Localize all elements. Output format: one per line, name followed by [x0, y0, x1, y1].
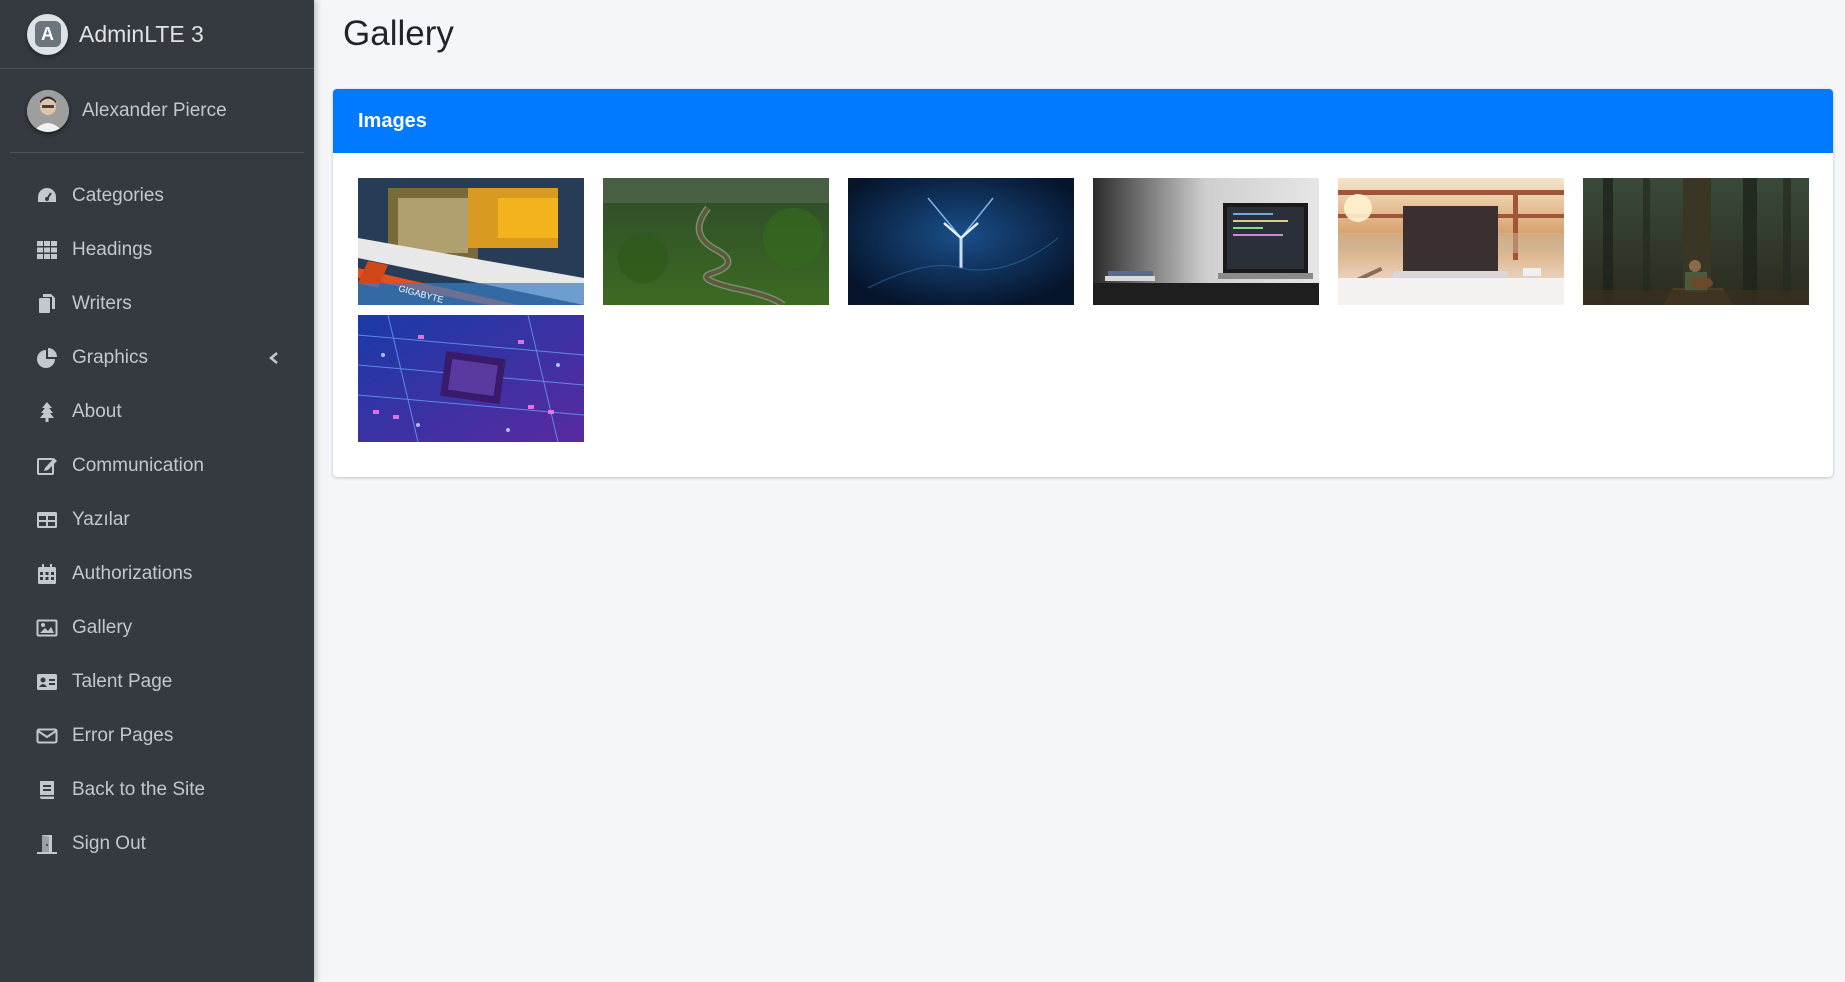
sidebar-item-yazilar[interactable]: Yazılar — [10, 497, 304, 543]
sidebar-item-about[interactable]: About — [10, 389, 304, 435]
sidebar-item-communication[interactable]: Communication — [10, 443, 304, 489]
sidebar-item-graphics[interactable]: Graphics — [10, 335, 304, 381]
content-wrapper: Gallery Images GIGABYTE — [314, 0, 1845, 982]
envelope-icon — [35, 724, 59, 748]
sidebar-item-back-to-site[interactable]: Back to the Site — [10, 767, 304, 813]
sidebar-item-error-pages[interactable]: Error Pages — [10, 713, 304, 759]
laptop-sunset-image[interactable] — [1338, 178, 1564, 305]
images-card: Images GIGABYTE — [333, 89, 1833, 477]
sidebar-item-categories[interactable]: Categories — [10, 173, 304, 219]
motherboard-image[interactable]: GIGABYTE — [358, 178, 584, 305]
sidebar-item-label: Gallery — [72, 617, 133, 638]
user-name[interactable]: Alexander Pierce — [82, 100, 227, 122]
laptop-desk-image[interactable] — [1093, 178, 1319, 305]
sidebar-item-label: Back to the Site — [72, 779, 206, 800]
door-icon — [35, 832, 59, 856]
card-header: Images — [333, 89, 1833, 153]
page-title: Gallery — [343, 14, 454, 53]
copy-icon — [35, 292, 59, 316]
tachometer-icon — [35, 184, 59, 208]
brand-link[interactable]: A AdminLTE 3 — [0, 0, 314, 69]
avatar[interactable] — [27, 89, 69, 132]
sidebar-item-label: Headings — [72, 239, 153, 260]
tree-icon — [35, 400, 59, 424]
chevron-left-icon[interactable] — [264, 348, 284, 368]
card-title: Images — [358, 109, 427, 132]
table-icon — [35, 508, 59, 532]
sidebar-nav: Categories Headings Writers Graphics Abo… — [0, 153, 314, 867]
image-icon — [35, 616, 59, 640]
sidebar-item-label: Communication — [72, 455, 204, 476]
user-panel: Alexander Pierce — [10, 69, 304, 153]
sidebar-item-label: Graphics — [72, 347, 149, 368]
grid-icon — [35, 238, 59, 262]
sidebar-item-label: About — [72, 401, 122, 422]
sidebar-item-authorizations[interactable]: Authorizations — [10, 551, 304, 597]
calendar-icon — [35, 562, 59, 586]
sidebar-item-label: Yazılar — [72, 509, 130, 530]
circuit-chip-image[interactable] — [358, 315, 584, 442]
sidebar-item-sign-out[interactable]: Sign Out — [10, 821, 304, 867]
id-card-icon — [35, 670, 59, 694]
sidebar-item-label: Categories — [72, 185, 164, 206]
edit-icon — [35, 454, 59, 478]
sidebar-item-talent-page[interactable]: Talent Page — [10, 659, 304, 705]
river-forest-image[interactable] — [603, 178, 829, 305]
pie-chart-icon — [35, 346, 59, 370]
brand-name: AdminLTE 3 — [79, 20, 204, 47]
forest-guitar-image[interactable] — [1583, 178, 1809, 305]
brand-logo: A — [27, 13, 68, 55]
sidebar-item-headings[interactable]: Headings — [10, 227, 304, 273]
sidebar: A AdminLTE 3 Alexander Pierce Categories — [0, 0, 314, 982]
sidebar-item-label: Sign Out — [72, 833, 146, 854]
sidebar-item-writers[interactable]: Writers — [10, 281, 304, 327]
sidebar-item-label: Authorizations — [72, 563, 193, 584]
blue-abstract-image[interactable] — [848, 178, 1074, 305]
sidebar-item-label: Writers — [72, 293, 132, 314]
sidebar-item-label: Talent Page — [72, 671, 173, 692]
sidebar-item-gallery[interactable]: Gallery — [10, 605, 304, 651]
sidebar-item-label: Error Pages — [72, 725, 174, 746]
book-icon — [35, 778, 59, 802]
brand-logo-letter: A — [34, 21, 61, 47]
